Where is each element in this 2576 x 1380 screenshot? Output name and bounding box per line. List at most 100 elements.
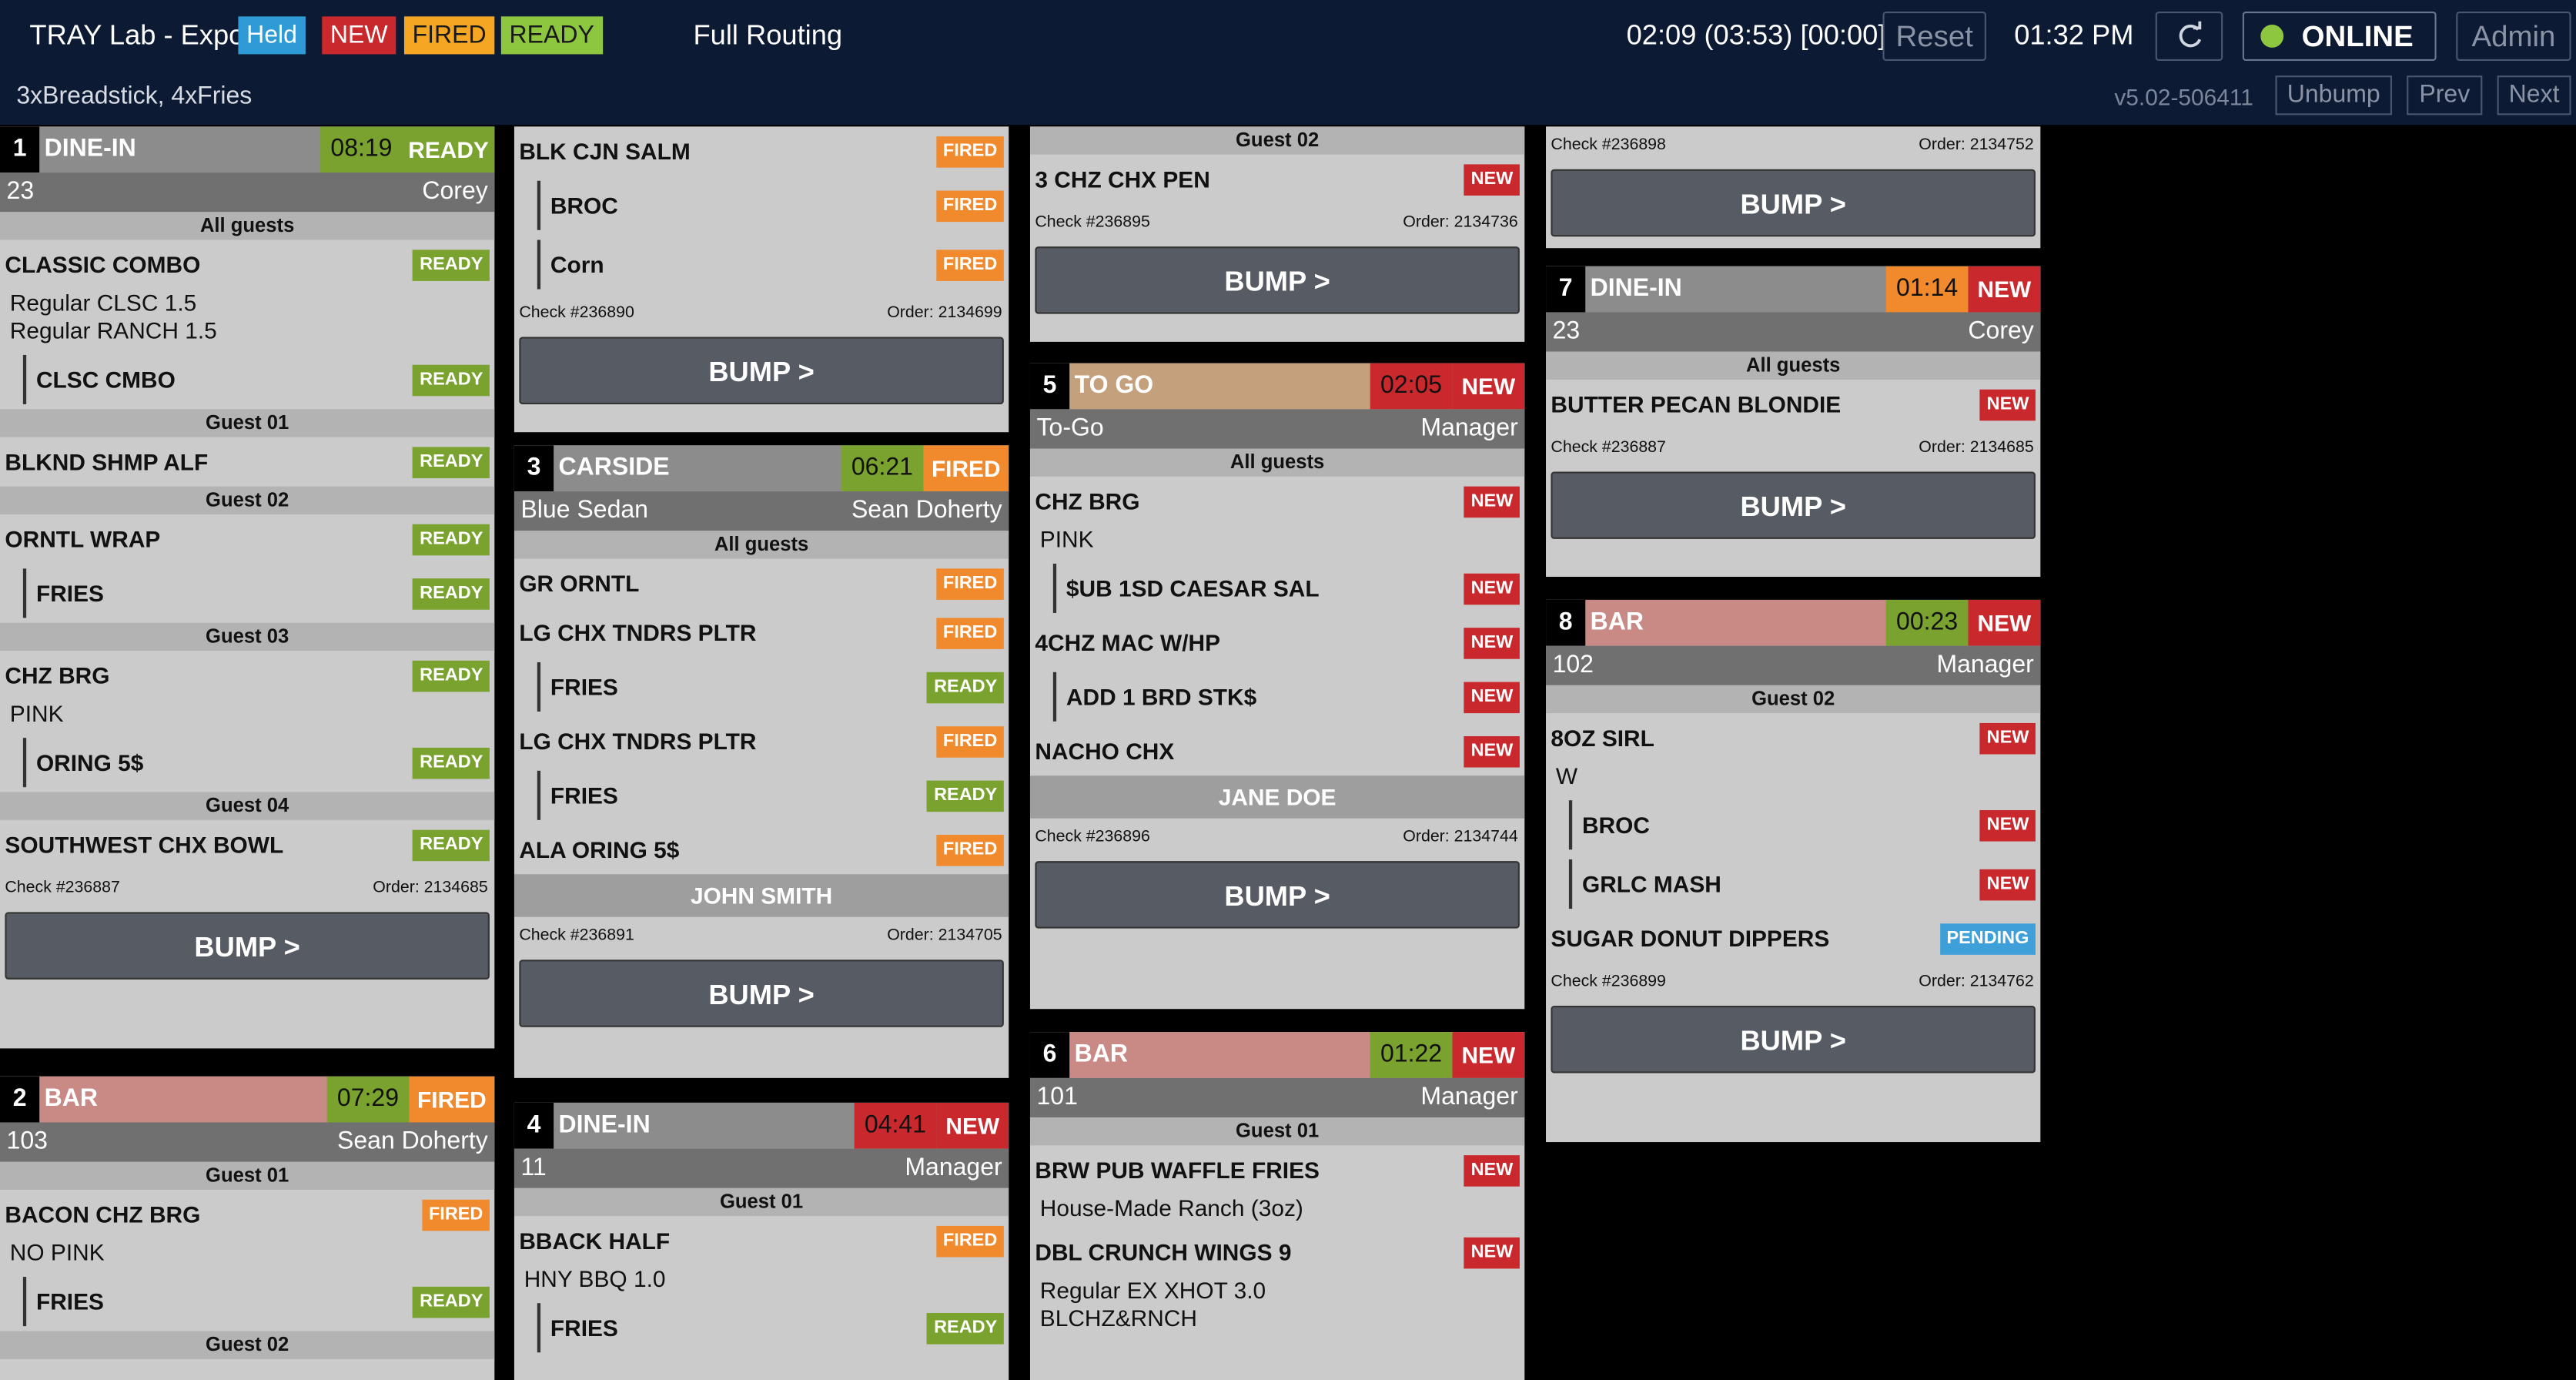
bump-button[interactable]: BUMP > xyxy=(1035,246,1520,314)
check-number: Check #236891 xyxy=(519,926,634,946)
order-ticket[interactable]: 6 BAR NEW 01:22 101 Manager Guest 01 BRW PUB WA… xyxy=(1029,1032,1525,1380)
order-ticket[interactable]: 8 BAR NEW 00:23 102 Manager Guest 02 8OZ SIRL NE… xyxy=(1546,599,2041,1143)
item-status-badge: READY xyxy=(413,829,490,862)
top-header-bar: TRAY Lab - Expo Held NEW FIRED READY Ful… xyxy=(0,0,2576,126)
menu-item-row[interactable]: ALA ORING 5$ FIRED xyxy=(514,825,1009,874)
ticket-title-bar: 4 DINE-IN NEW 04:41 xyxy=(514,1102,1009,1149)
menu-item-row[interactable]: CHZ BRG READY xyxy=(0,651,494,700)
ticket-title-bar: 7 DINE-IN NEW 01:14 xyxy=(1546,266,2041,313)
item-status-badge: READY xyxy=(413,364,490,397)
menu-item-row[interactable]: SUGAR DONUT DIPPERS PENDING xyxy=(1546,913,2040,963)
order-ticket[interactable]: Guest 02 3 CHZ CHX PEN NEW Check #236895 Ord… xyxy=(1029,126,1525,342)
table-or-vehicle: 23 xyxy=(1552,317,1581,346)
version-label: v5.02-506411 xyxy=(2114,83,2253,110)
bump-button[interactable]: BUMP > xyxy=(1035,861,1520,929)
order-number: Order: 2134744 xyxy=(1403,828,1518,846)
order-ticket[interactable]: 1 DINE-IN READY 08:19 23 Corey All guests CLASS… xyxy=(0,126,495,1049)
bump-button[interactable]: BUMP > xyxy=(1551,169,2036,237)
sub-item-row[interactable]: GRLC MASH NEW xyxy=(1546,855,2040,914)
menu-item-row[interactable]: CHZ BRG NEW xyxy=(1030,477,1524,526)
order-type: DINE-IN xyxy=(558,1110,651,1139)
menu-item-row[interactable]: 4CHZ MAC W/HP NEW xyxy=(1030,618,1524,667)
sub-item-row[interactable]: FRIES READY xyxy=(514,658,1009,717)
item-name: BUTTER PECAN BLONDIE xyxy=(1551,390,1842,418)
bump-button[interactable]: BUMP > xyxy=(519,960,1004,1027)
modifier-line: NO PINK xyxy=(9,1238,105,1266)
item-status-badge: NEW xyxy=(1464,1237,1520,1269)
menu-item-row[interactable]: BBACK HALF FIRED xyxy=(514,1216,1009,1265)
bump-button[interactable]: BUMP > xyxy=(1551,1005,2036,1074)
sub-item-row[interactable]: ADD 1 BRD STK$ NEW xyxy=(1030,667,1524,726)
item-name: 8OZ SIRL xyxy=(1551,725,1654,752)
sub-item-row[interactable]: CLSC CMBO READY xyxy=(0,350,494,410)
order-ticket[interactable]: 3 CARSIDE FIRED 06:21 Blue Sedan Sean Doherty… xyxy=(514,445,1009,1078)
table-or-vehicle: 102 xyxy=(1552,651,1594,679)
sub-item-row[interactable]: BROC NEW xyxy=(1546,796,2040,855)
order-ticket[interactable]: 5 TO GO NEW 02:05 To-Go Manager All guests CHZ … xyxy=(1029,363,1525,1010)
menu-item-row[interactable]: 8OZ SIRL NEW xyxy=(1546,713,2040,762)
modifier-line: W xyxy=(1555,762,1578,789)
menu-item-row[interactable]: CLASSIC COMBO READY xyxy=(0,240,494,290)
ticket-footer: Check #236890 Order: 2134699 xyxy=(514,294,1009,330)
item-status-badge: READY xyxy=(413,524,490,556)
online-status-button[interactable]: ONLINE xyxy=(2242,11,2437,61)
item-name: BLK CJN SALM xyxy=(519,138,691,165)
routing-mode: Full Routing xyxy=(693,19,843,52)
menu-item-row[interactable]: ORNTL WRAP READY xyxy=(0,514,494,564)
item-name: ALA ORING 5$ xyxy=(519,836,680,863)
modifier-line: Regular RANCH 1.5 xyxy=(9,317,217,343)
sub-item-row[interactable]: FRIES READY xyxy=(514,765,1009,825)
order-ticket[interactable]: 7 DINE-IN NEW 01:14 23 Corey All guests BUTTER … xyxy=(1546,266,2041,578)
menu-item-row[interactable]: BACON CHZ BRG FIRED xyxy=(0,1190,494,1239)
sub-item-row[interactable]: BROC FIRED xyxy=(514,176,1009,235)
sub-item-row[interactable]: FRIES READY xyxy=(0,564,494,623)
menu-item-row[interactable]: BRW PUB WAFFLE FRIES NEW xyxy=(1030,1145,1524,1194)
refresh-button[interactable] xyxy=(2155,11,2223,61)
bump-button[interactable]: BUMP > xyxy=(519,337,1004,404)
sub-item-row[interactable]: FRIES READY xyxy=(0,1272,494,1331)
guest-separator: Guest 04 xyxy=(0,792,495,820)
bump-button[interactable]: BUMP > xyxy=(1551,471,2036,539)
order-ticket[interactable]: 4 DINE-IN NEW 04:41 11 Manager Guest 01 BBACK H… xyxy=(514,1102,1009,1380)
item-status-badge: READY xyxy=(927,780,1004,812)
item-name: DBL CRUNCH WINGS 9 xyxy=(1035,1238,1292,1266)
sub-item-row[interactable]: $UB 1SD CAESAR SAL NEW xyxy=(1030,559,1524,618)
sub-item-row[interactable]: ORING 5$ READY xyxy=(0,733,494,792)
menu-item-row[interactable]: BLK CJN SALM FIRED xyxy=(514,126,1009,176)
menu-item-row[interactable]: SOUTHWEST CHX BOWL READY xyxy=(0,820,494,869)
sub-item-row[interactable]: Corn FIRED xyxy=(514,235,1009,294)
check-number: Check #236899 xyxy=(1551,973,1666,991)
order-ticket[interactable]: BLK CJN SALM FIRED BROC FIRED Corn FIRED Check… xyxy=(514,126,1009,433)
order-ticket[interactable]: 2 BAR FIRED 07:29 103 Sean Doherty Guest 01 BAC… xyxy=(0,1076,495,1380)
menu-item-row[interactable]: BLKND SHMP ALF READY xyxy=(0,437,494,487)
bump-button[interactable]: BUMP > xyxy=(5,912,490,980)
order-ticket[interactable]: Check #236898 Order: 2134752 BUMP > xyxy=(1546,126,2041,249)
menu-item-row[interactable]: LG CHX TNDRS PLTR FIRED xyxy=(514,716,1009,765)
ticket-footer: Check #236887 Order: 2134685 xyxy=(0,869,494,906)
menu-item-row[interactable]: NACHO CHX NEW xyxy=(1030,726,1524,775)
ticket-subheader: 101 Manager xyxy=(1029,1077,1525,1118)
ticket-number: 8 xyxy=(1546,599,1586,646)
item-name: FRIES xyxy=(35,1288,104,1315)
menu-item-row[interactable]: DBL CRUNCH WINGS 9 NEW xyxy=(1030,1228,1524,1277)
menu-item-row[interactable]: GR ORNTL FIRED xyxy=(514,559,1009,608)
server-name: Manager xyxy=(1420,1083,1518,1111)
menu-item-row[interactable]: LG CHX TNDRS PLTR FIRED xyxy=(514,608,1009,658)
item-name: CLSC CMBO xyxy=(35,366,176,394)
table-or-vehicle: 103 xyxy=(6,1127,48,1156)
menu-item-row[interactable]: BUTTER PECAN BLONDIE NEW xyxy=(1546,380,2040,429)
unbump-button[interactable]: Unbump xyxy=(2275,75,2393,116)
item-status-badge: PENDING xyxy=(1939,923,2036,955)
admin-button[interactable]: Admin xyxy=(2456,11,2571,61)
server-name: Manager xyxy=(905,1154,1002,1182)
guest-separator: All guests xyxy=(514,531,1009,559)
next-button[interactable]: Next xyxy=(2497,75,2571,116)
menu-item-row[interactable]: 3 CHZ CHX PEN NEW xyxy=(1030,155,1524,204)
item-name: CHZ BRG xyxy=(1035,487,1140,514)
sub-item-row[interactable]: FRIES READY xyxy=(514,1298,1009,1358)
reset-button[interactable]: Reset xyxy=(1882,11,1986,61)
legend-fired: FIRED xyxy=(403,16,495,55)
server-name: Sean Doherty xyxy=(337,1127,488,1156)
prev-button[interactable]: Prev xyxy=(2407,75,2483,116)
guest-separator: Guest 02 xyxy=(0,486,495,514)
